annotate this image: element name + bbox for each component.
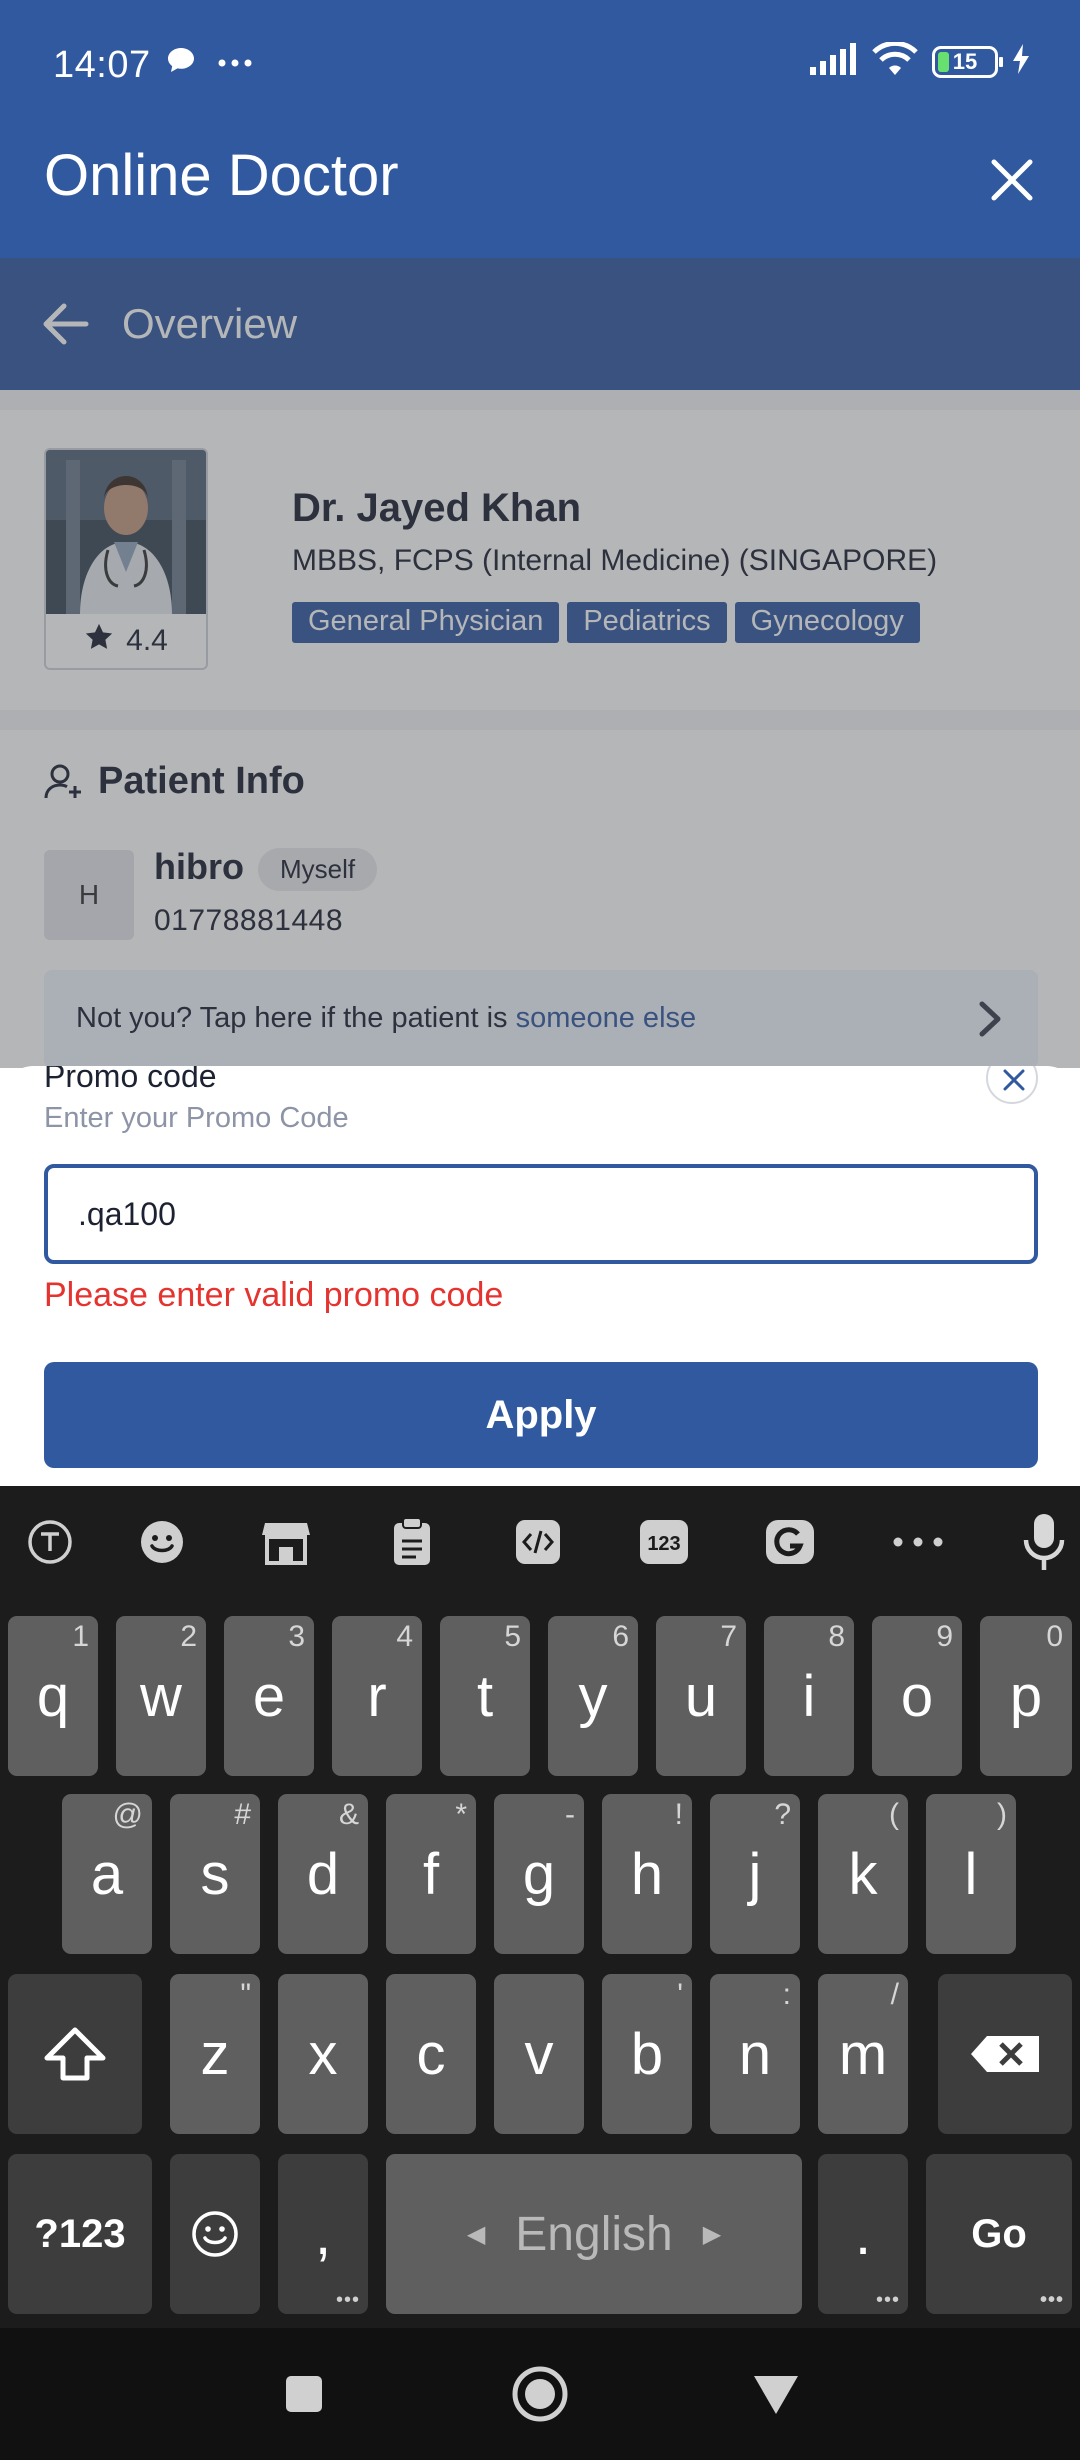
- key-p[interactable]: 0p: [980, 1616, 1072, 1776]
- clipboard-icon[interactable]: [384, 1514, 440, 1570]
- key-x[interactable]: x: [278, 1974, 368, 2134]
- g-icon[interactable]: [762, 1514, 818, 1570]
- key-v[interactable]: v: [494, 1974, 584, 2134]
- status-time: 14:07: [53, 44, 151, 86]
- status-bar: 14:07 15: [0, 0, 1080, 130]
- navigation-bar: [0, 2328, 1080, 2460]
- emoji-icon: [192, 2211, 238, 2257]
- key-i[interactable]: 8i: [764, 1616, 854, 1776]
- key-e[interactable]: 3e: [224, 1616, 314, 1776]
- go-key[interactable]: Go •••: [926, 2154, 1072, 2314]
- back-triangle-icon[interactable]: [746, 2364, 806, 2424]
- spacebar-language: English: [515, 2207, 673, 2261]
- apply-button[interactable]: Apply: [44, 1362, 1038, 1468]
- key-g[interactable]: -g: [494, 1794, 584, 1954]
- code-icon[interactable]: [510, 1514, 566, 1570]
- caret-left-icon: ◀: [466, 2220, 486, 2248]
- close-icon: [1003, 1069, 1025, 1091]
- promo-error-message: Please enter valid promo code: [44, 1276, 504, 1314]
- close-icon[interactable]: [984, 152, 1040, 208]
- promo-code-hint: Enter your Promo Code: [44, 1102, 349, 1134]
- shift-key[interactable]: [8, 1974, 142, 2134]
- soft-keyboard: 123 1q 2w 3e 4r 5t 6y 7u 8i 9o 0p @ a # s …: [0, 1486, 1080, 2328]
- shift-icon: [44, 2027, 106, 2081]
- more-icon[interactable]: [890, 1514, 946, 1570]
- spacebar[interactable]: ◀ English ▶: [386, 2154, 802, 2314]
- promo-code-input[interactable]: [44, 1164, 1038, 1264]
- sheet-close-button[interactable]: [986, 1066, 1038, 1104]
- key-c[interactable]: c: [386, 1974, 476, 2134]
- key-h[interactable]: ! h: [602, 1794, 692, 1954]
- comma-key[interactable]: , •••: [278, 2154, 368, 2314]
- key-z[interactable]: " z: [170, 1974, 260, 2134]
- key-s[interactable]: # s: [170, 1794, 260, 1954]
- promo-code-sheet: Promo code Enter your Promo Code Please …: [0, 1066, 1080, 1486]
- store-icon[interactable]: [258, 1514, 314, 1570]
- backspace-icon: [971, 2036, 1039, 2072]
- key-r[interactable]: 4r: [332, 1616, 422, 1776]
- home-icon[interactable]: [510, 2364, 570, 2424]
- promo-code-label: Promo code: [44, 1066, 217, 1094]
- microphone-icon[interactable]: [1016, 1514, 1072, 1570]
- signal-icon: [810, 43, 858, 80]
- key-k[interactable]: (k: [818, 1794, 908, 1954]
- wifi-icon: [872, 40, 918, 81]
- key-l[interactable]: ) l: [926, 1794, 1016, 1954]
- key-o[interactable]: 9o: [872, 1616, 962, 1776]
- more-dots-icon: [218, 54, 252, 72]
- numbers-icon[interactable]: 123: [636, 1514, 692, 1570]
- numbers-icon-label: 123: [647, 1533, 680, 1555]
- symbols-key[interactable]: ?123: [8, 2154, 152, 2314]
- caret-right-icon: ▶: [702, 2220, 722, 2248]
- keyboard-toolbar: 123: [0, 1486, 1080, 1598]
- chat-bubble-icon: [166, 46, 196, 79]
- key-n[interactable]: :n: [710, 1974, 800, 2134]
- emoji-key[interactable]: [170, 2154, 260, 2314]
- charging-icon: [1012, 44, 1030, 79]
- key-u[interactable]: 7u: [656, 1616, 746, 1776]
- key-m[interactable]: / m: [818, 1974, 908, 2134]
- backspace-key[interactable]: [938, 1974, 1072, 2134]
- modal-scrim[interactable]: [0, 258, 1080, 1068]
- recents-icon[interactable]: [274, 2364, 334, 2424]
- key-j[interactable]: ? j: [710, 1794, 800, 1954]
- key-t[interactable]: 5t: [440, 1616, 530, 1776]
- key-f[interactable]: * f: [386, 1794, 476, 1954]
- key-a[interactable]: @ a: [62, 1794, 152, 1954]
- period-key[interactable]: . •••: [818, 2154, 908, 2314]
- battery-icon: 15: [932, 45, 1003, 78]
- text-cursor-icon[interactable]: [22, 1514, 78, 1570]
- battery-level: 15: [952, 48, 978, 74]
- key-b[interactable]: ' b: [602, 1974, 692, 2134]
- key-y[interactable]: 6y: [548, 1616, 638, 1776]
- key-w[interactable]: 2w: [116, 1616, 206, 1776]
- key-q[interactable]: 1q: [8, 1616, 98, 1776]
- emoji-icon[interactable]: [134, 1514, 190, 1570]
- key-d[interactable]: & d: [278, 1794, 368, 1954]
- app-title: Online Doctor: [44, 143, 399, 208]
